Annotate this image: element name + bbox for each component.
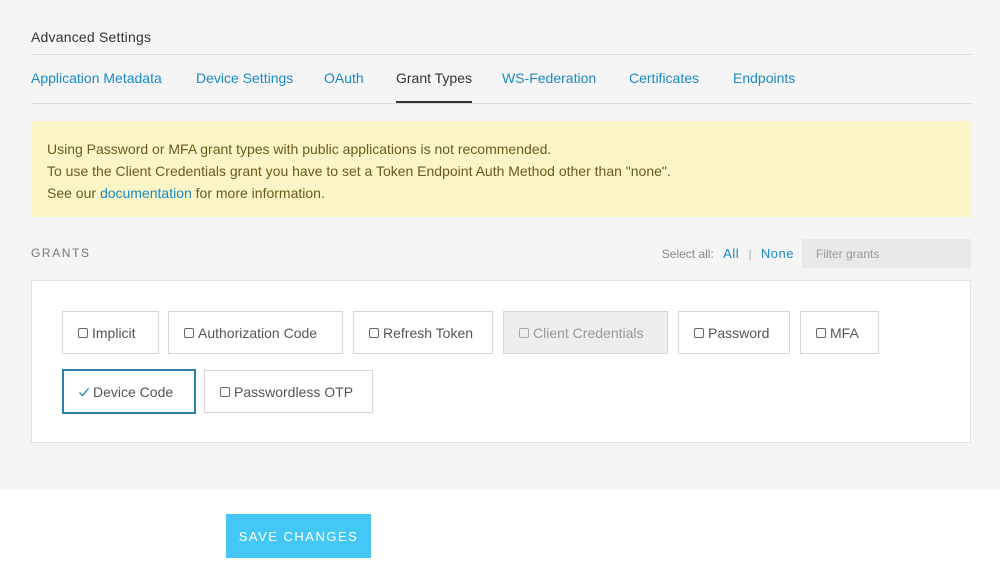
grant-implicit[interactable]: Implicit bbox=[62, 311, 159, 354]
divider bbox=[31, 54, 971, 55]
checkbox-icon[interactable] bbox=[694, 327, 704, 338]
grant-password[interactable]: Password bbox=[678, 311, 790, 354]
checkbox-icon bbox=[519, 327, 529, 338]
checkmark-icon[interactable] bbox=[78, 386, 90, 398]
select-all-label: Select all: bbox=[661, 247, 714, 261]
tab-endpoints[interactable]: Endpoints bbox=[733, 70, 795, 103]
grant-label: Passwordless OTP bbox=[234, 383, 354, 400]
grant-label: MFA bbox=[830, 324, 859, 341]
grant-device-code[interactable]: Device Code bbox=[62, 369, 196, 414]
grant-passwordless-otp[interactable]: Passwordless OTP bbox=[204, 370, 373, 413]
save-changes-button[interactable]: SAVE CHANGES bbox=[226, 514, 371, 558]
documentation-link[interactable]: documentation bbox=[100, 185, 192, 201]
notice-line-2: To use the Client Credentials grant you … bbox=[47, 163, 671, 179]
checkbox-icon[interactable] bbox=[816, 327, 826, 338]
grant-client-credentials: Client Credentials bbox=[503, 311, 668, 354]
grants-heading: GRANTS bbox=[31, 246, 91, 260]
notice-line-3: See our documentation for more informati… bbox=[47, 182, 955, 204]
checkbox-icon[interactable] bbox=[220, 386, 230, 397]
warning-notice: Using Password or MFA grant types with p… bbox=[31, 121, 971, 217]
checkbox-icon[interactable] bbox=[184, 327, 194, 338]
checkbox-icon[interactable] bbox=[369, 327, 379, 338]
tab-grant-types[interactable]: Grant Types bbox=[396, 70, 473, 103]
grant-mfa[interactable]: MFA bbox=[800, 311, 879, 354]
grant-label: Client Credentials bbox=[533, 324, 644, 341]
tab-bar: Application Metadata Device Settings OAu… bbox=[31, 70, 971, 104]
select-all-controls: Select all: All | None bbox=[662, 246, 794, 261]
section-title: Advanced Settings bbox=[31, 29, 152, 45]
filter-grants-input[interactable] bbox=[802, 239, 971, 268]
tab-application-metadata[interactable]: Application Metadata bbox=[31, 70, 162, 103]
grant-label: Refresh Token bbox=[383, 324, 474, 341]
select-all-button[interactable]: All bbox=[723, 246, 739, 261]
checkbox-icon[interactable] bbox=[78, 327, 88, 338]
notice-line-1: Using Password or MFA grant types with p… bbox=[47, 141, 552, 157]
notice-line-3-prefix: See our bbox=[47, 185, 100, 201]
tab-oauth[interactable]: OAuth bbox=[324, 70, 364, 103]
grants-list: Implicit Authorization Code Refresh Toke… bbox=[31, 280, 971, 443]
tab-certificates[interactable]: Certificates bbox=[629, 70, 699, 103]
select-none-button[interactable]: None bbox=[761, 246, 794, 261]
tab-ws-federation[interactable]: WS-Federation bbox=[502, 70, 596, 103]
grant-label: Device Code bbox=[93, 383, 174, 400]
select-separator: | bbox=[748, 247, 752, 261]
grant-label: Password bbox=[708, 324, 770, 341]
grant-label: Implicit bbox=[92, 324, 136, 341]
grant-label: Authorization Code bbox=[198, 324, 318, 341]
grant-authorization-code[interactable]: Authorization Code bbox=[168, 311, 343, 354]
notice-line-3-suffix: for more information. bbox=[191, 185, 325, 201]
tab-device-settings[interactable]: Device Settings bbox=[196, 70, 293, 103]
advanced-settings-panel: Advanced Settings Application Metadata D… bbox=[0, 0, 1000, 489]
grant-refresh-token[interactable]: Refresh Token bbox=[353, 311, 493, 354]
